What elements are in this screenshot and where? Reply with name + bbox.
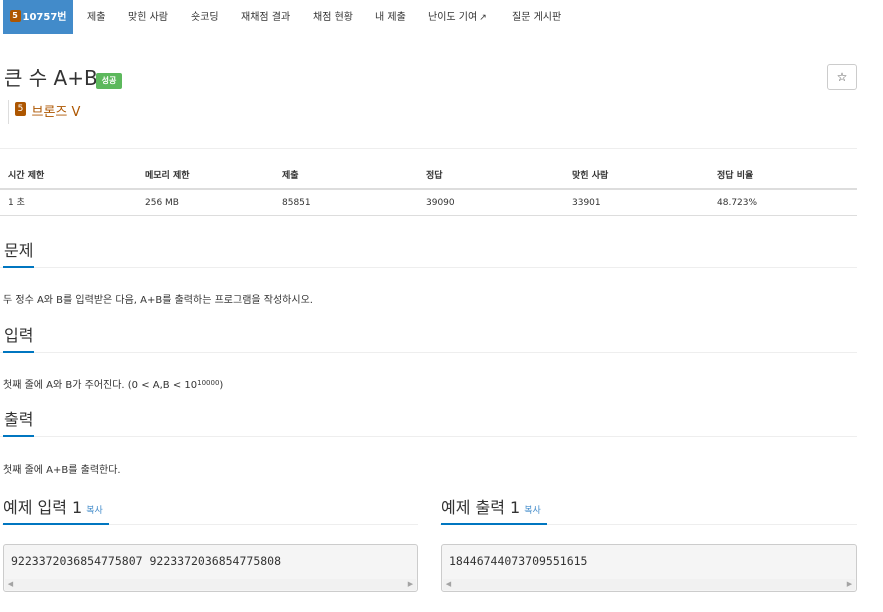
sample-input-header: 예제 입력 1 복사 (2, 495, 418, 525)
favorite-star-button[interactable]: ☆ (827, 64, 857, 90)
sample-input-box[interactable]: 9223372036854775807 9223372036854775808 … (3, 544, 418, 592)
input-text-end: ) (219, 380, 224, 391)
sample-input-code: 9223372036854775807 9223372036854775808 (11, 554, 282, 568)
solved-users-value: 33901 (572, 198, 601, 208)
header-submissions: 제출 (282, 171, 299, 181)
sample-output-box[interactable]: 18446744073709551615 ◀ ▶ (441, 544, 857, 592)
header-solved-users: 맞힌 사람 (572, 171, 609, 181)
tab-rejudge-results[interactable]: 재채점 결과 (241, 0, 290, 34)
table-header-row: 시간 제한 메모리 제한 제출 정답 맞힌 사람 정답 비율 (0, 162, 857, 190)
problem-description: 두 정수 A와 B를 입력받은 다음, A+B를 출력하는 프로그램을 작성하시… (3, 295, 313, 306)
problem-menu: 5 10757번 제출 맞힌 사람 숏코딩 재채점 결과 채점 현황 내 제출 난… (0, 0, 883, 34)
problem-section-header: 문제 (0, 238, 857, 268)
sample-output-code: 18446744073709551615 (449, 554, 588, 568)
external-link-icon: ↗ (479, 13, 487, 23)
sample-output-title-wrap: 예제 출력 1 복사 (441, 495, 547, 525)
accept-ratio-value: 48.723% (717, 198, 758, 208)
scroll-right-icon[interactable]: ▶ (844, 579, 855, 590)
sample-output-header: 예제 출력 1 복사 (440, 495, 857, 525)
star-icon: ☆ (836, 70, 848, 84)
sample-input-title: 예제 입력 1 (3, 498, 83, 517)
header-accepted: 정답 (426, 171, 443, 181)
scroll-right-icon[interactable]: ▶ (405, 579, 416, 590)
tab-problem[interactable]: 5 10757번 (3, 0, 73, 34)
status-badge: 성공 (96, 73, 122, 89)
bronze-tier-icon: 5 (9, 10, 21, 22)
input-description: 첫째 줄에 A와 B가 주어진다. (0 < A,B < 1010000) (3, 376, 223, 391)
input-section-title: 입력 (3, 323, 35, 353)
page-title: 큰 수 A+B (4, 66, 98, 90)
bronze-tier-icon: 5 (15, 101, 26, 116)
input-text-exponent: 10000 (197, 379, 220, 387)
tab-difficulty-label: 난이도 기여 (428, 12, 478, 23)
output-section-header: 출력 (0, 407, 857, 437)
accepted-value: 39090 (426, 198, 455, 208)
header-memory-limit: 메모리 제한 (145, 171, 190, 181)
sample-input-title-wrap: 예제 입력 1 복사 (3, 495, 109, 525)
tab-problem-label: 10757번 (22, 12, 67, 23)
tab-solved-users[interactable]: 맞힌 사람 (128, 0, 168, 34)
submissions-value: 85851 (282, 198, 311, 208)
memory-limit-value: 256 MB (145, 198, 179, 208)
horizontal-scrollbar[interactable]: ◀ ▶ (5, 579, 416, 590)
output-section-title: 출력 (3, 407, 35, 437)
header-accept-ratio: 정답 비율 (717, 171, 754, 181)
scroll-left-icon[interactable]: ◀ (5, 579, 16, 590)
copy-sample-output-link[interactable]: 복사 (524, 506, 541, 516)
tab-difficulty-contribution[interactable]: 난이도 기여 ↗ (428, 0, 487, 34)
tier-label[interactable]: 브론즈 V (32, 105, 81, 120)
sample-output-title: 예제 출력 1 (441, 498, 521, 517)
problem-info-table: 시간 제한 메모리 제한 제출 정답 맞힌 사람 정답 비율 1 초 256 M… (0, 162, 857, 216)
output-description: 첫째 줄에 A+B를 출력한다. (3, 465, 121, 476)
tab-question-board[interactable]: 질문 게시판 (512, 0, 561, 34)
divider (0, 148, 857, 149)
scroll-left-icon[interactable]: ◀ (443, 579, 454, 590)
tab-submit[interactable]: 제출 (87, 0, 105, 34)
problem-tier: 5 브론즈 V (8, 100, 80, 124)
horizontal-scrollbar[interactable]: ◀ ▶ (443, 579, 855, 590)
tab-short-coding[interactable]: 숏코딩 (191, 0, 219, 34)
input-section-header: 입력 (0, 323, 857, 353)
header-time-limit: 시간 제한 (8, 171, 45, 181)
tab-judge-status[interactable]: 채점 현황 (313, 0, 353, 34)
problem-section-title: 문제 (3, 238, 35, 268)
table-row: 1 초 256 MB 85851 39090 33901 48.723% (0, 190, 857, 216)
input-text-main: 첫째 줄에 A와 B가 주어진다. (0 < A,B < 10 (3, 380, 198, 391)
tab-my-submissions[interactable]: 내 제출 (375, 0, 406, 34)
copy-sample-input-link[interactable]: 복사 (86, 506, 103, 516)
time-limit-value: 1 초 (8, 198, 25, 208)
